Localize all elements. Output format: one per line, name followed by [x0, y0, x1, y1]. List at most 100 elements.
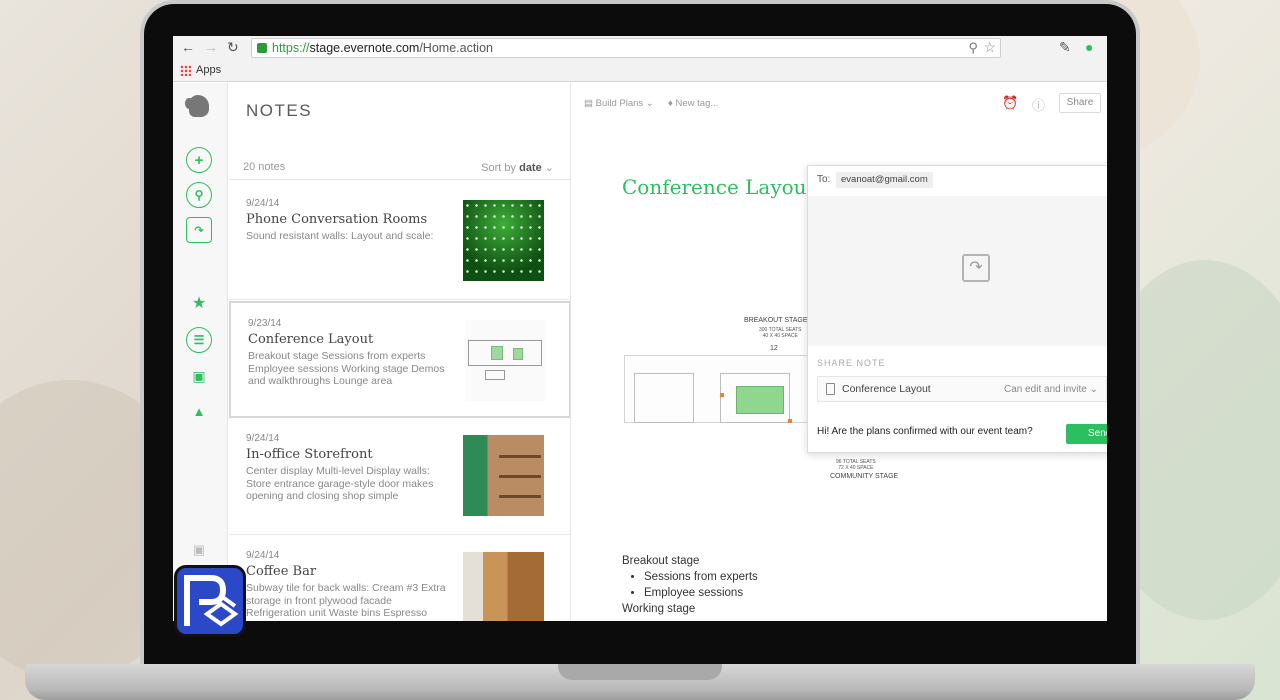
divider	[229, 179, 570, 180]
info-icon[interactable]: ⓘ	[1032, 95, 1045, 114]
breakout-number: 12	[770, 345, 778, 352]
note-card[interactable]: 9/24/14 In-office Storefront Center disp…	[229, 418, 570, 535]
chevron-down-icon: ⌄	[544, 162, 554, 174]
to-label: To:	[817, 174, 831, 185]
extension-icon[interactable]: ✎	[1059, 39, 1071, 56]
tag-placeholder: New tag...	[675, 98, 719, 109]
lock-icon	[257, 43, 267, 53]
shortcuts-star-icon[interactable]: ★	[186, 290, 212, 316]
bookmarks-bar: Apps	[173, 60, 1107, 82]
zoom-icon[interactable]: ⚲	[968, 39, 978, 57]
bookmark-star-icon[interactable]: ☆	[983, 38, 996, 56]
url-path: /Home.action	[419, 41, 493, 55]
breakout-stage-label: BREAKOUT STAGE	[744, 317, 808, 324]
tags-icon[interactable]: ▲	[186, 398, 212, 424]
permission-value: Can edit and invite	[1003, 384, 1087, 395]
sort-prefix: Sort by	[481, 162, 517, 174]
note-snippet: Breakout stage Sessions from experts Emp…	[248, 350, 445, 387]
chevron-down-icon: ⌄	[645, 98, 654, 109]
notes-icon[interactable]: ☰	[186, 327, 212, 353]
editor-toolbar: ▤ Build Plans ⌄ ♦ New tag... ⏰ ⓘ Share	[572, 83, 1107, 123]
share-note-title: Conference Layout	[842, 383, 931, 395]
plan-marker	[788, 419, 792, 423]
note-title: Coffee Bar	[246, 564, 317, 579]
note-heading[interactable]: Conference Layout	[622, 175, 815, 199]
app-logo-badge	[174, 565, 246, 637]
note-title: Conference Layout	[248, 332, 374, 347]
share-popup: To: evanoat@gmail.com ↷ SHARE NOTE Confe…	[807, 165, 1107, 453]
share-icon: ↷	[962, 254, 990, 282]
notes-list-panel: NOTES 20 notes Sort by date ⌄ 9/24/14 Ph…	[229, 83, 571, 621]
community-stage-sub: 96 TOTAL SEATS 72 X 40 SPACE	[836, 459, 876, 471]
notebook-icon: ▤	[584, 98, 593, 109]
note-card-selected[interactable]: 9/23/14 Conference Layout Breakout stage…	[229, 301, 570, 418]
market-icon[interactable]: ▣	[186, 537, 212, 563]
sort-dropdown[interactable]: Sort by date ⌄	[481, 161, 554, 174]
notebook-name: Build Plans	[595, 98, 644, 109]
share-button[interactable]: Share	[1059, 93, 1101, 113]
apps-bookmark[interactable]: Apps	[196, 64, 221, 76]
thumb-shelf	[499, 455, 541, 458]
forward-arrow-icon[interactable]: →	[204, 39, 218, 55]
note-snippet: Subway tile for back walls: Cream #3 Ext…	[246, 582, 446, 619]
notes-panel-title: NOTES	[246, 101, 313, 120]
plan-area	[485, 370, 505, 380]
notebooks-icon[interactable]: ▣	[186, 363, 212, 389]
left-sidebar: + ⚲ ↷ ★ ☰ ▣ ▲ ▣	[173, 83, 228, 621]
share-note-row: Conference Layout Can edit and invite ⌄	[817, 376, 1107, 402]
laptop-screen: ← → ↻ https://stage.evernote.com/Home.ac…	[173, 36, 1107, 621]
note-snippet: Sound resistant walls: Layout and scale:	[246, 230, 434, 242]
thumb-shelf	[499, 495, 541, 498]
search-icon[interactable]: ⚲	[186, 182, 212, 208]
new-note-icon[interactable]: +	[186, 147, 212, 173]
bullet-item: Sessions from experts	[644, 569, 758, 585]
evernote-logo-icon[interactable]	[185, 95, 209, 117]
notebook-selector[interactable]: ▤ Build Plans ⌄	[584, 98, 654, 109]
evernote-extension-icon[interactable]: ●	[1085, 39, 1093, 55]
send-button[interactable]: Send	[1066, 424, 1107, 444]
note-card[interactable]: 9/24/14 Coffee Bar Subway tile for back …	[229, 535, 570, 621]
chevron-down-icon: ⌄	[1089, 384, 1098, 395]
logo-icon	[184, 575, 239, 627]
url-host: stage.evernote.com	[309, 41, 420, 55]
note-card[interactable]: 9/24/14 Phone Conversation Rooms Sound r…	[229, 183, 570, 300]
recipient-chip[interactable]: evanoat@gmail.com	[836, 172, 933, 188]
reload-icon[interactable]: ↻	[227, 39, 239, 56]
message-input[interactable]: Hi! Are the plans confirmed with our eve…	[817, 426, 1033, 437]
body-cutoff-line: Working stage	[622, 603, 696, 615]
thumb-shelf	[499, 475, 541, 478]
note-thumbnail	[463, 435, 544, 516]
sort-value: date	[519, 162, 542, 174]
share-section-label: SHARE NOTE	[817, 358, 886, 368]
note-body[interactable]: Breakout stage Sessions from experts Emp…	[622, 553, 758, 617]
note-thumbnail	[465, 320, 546, 401]
note-title: In-office Storefront	[246, 447, 373, 462]
apps-grid-icon[interactable]	[180, 65, 191, 76]
note-thumbnail	[463, 200, 544, 281]
back-arrow-icon[interactable]: ←	[181, 39, 195, 55]
note-title: Phone Conversation Rooms	[246, 212, 428, 227]
plan-area	[513, 348, 523, 360]
note-date: 9/23/14	[248, 318, 282, 329]
note-date: 9/24/14	[246, 433, 280, 444]
community-stage-label: COMMUNITY STAGE	[830, 473, 899, 480]
plan-marker	[720, 393, 724, 397]
bullet-item: Employee sessions	[644, 585, 758, 601]
body-heading: Breakout stage	[622, 555, 700, 567]
note-thumbnail	[463, 552, 544, 621]
plan-area	[491, 346, 503, 360]
note-date: 9/24/14	[246, 550, 280, 561]
note-icon	[826, 383, 835, 395]
work-chat-icon[interactable]: ↷	[186, 217, 212, 243]
address-bar[interactable]: https://stage.evernote.com/Home.action ⚲…	[251, 38, 1001, 58]
permission-dropdown[interactable]: Can edit and invite ⌄	[1004, 384, 1098, 395]
plan-seating	[736, 386, 784, 414]
reminder-alarm-icon[interactable]: ⏰	[1002, 95, 1018, 111]
body-bullets: Sessions from experts Employee sessions	[644, 569, 758, 601]
url-scheme: https://	[272, 41, 310, 55]
note-snippet: Center display Multi-level Display walls…	[246, 465, 434, 502]
browser-toolbar: ← → ↻ https://stage.evernote.com/Home.ac…	[173, 36, 1107, 60]
tag-input[interactable]: ♦ New tag...	[668, 98, 718, 109]
breakout-stage-sub: 300 TOTAL SEATS 40 X 40 SPACE	[759, 327, 802, 339]
laptop-notch	[558, 664, 722, 680]
